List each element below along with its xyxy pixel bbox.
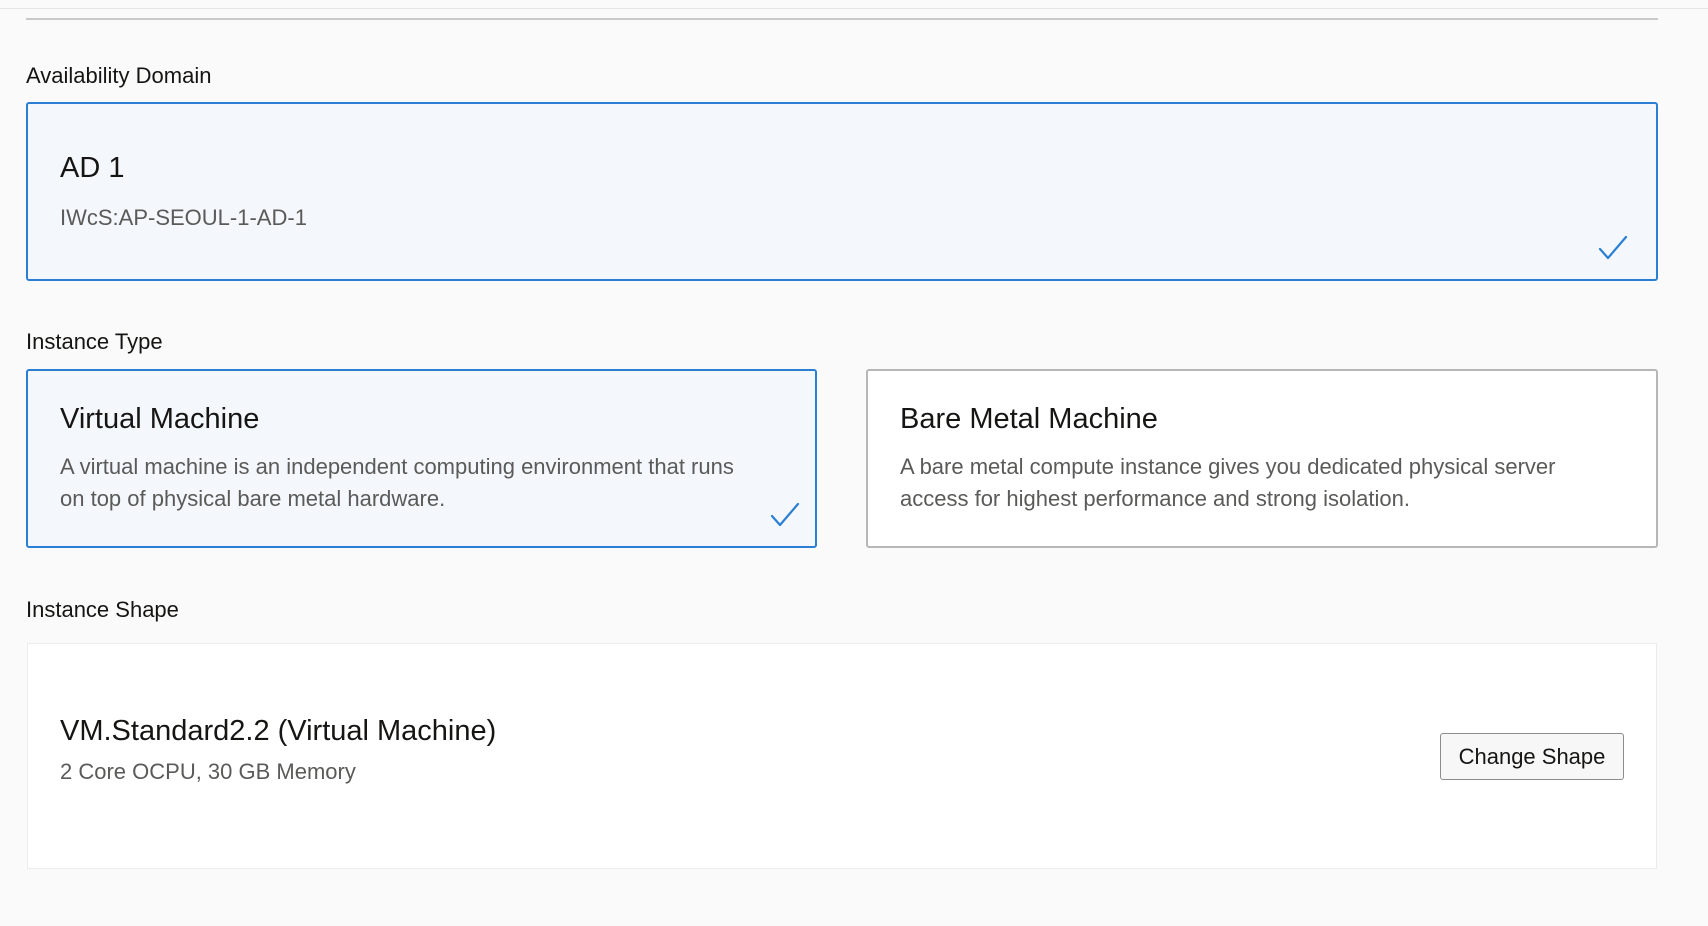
instance-shape-label: Instance Shape [26, 597, 179, 622]
checkmark-icon [770, 502, 800, 527]
ad-option-subtitle: IWcS:AP-SEOUL-1-AD-1 [60, 205, 307, 230]
availability-domain-label: Availability Domain [26, 63, 212, 88]
instance-type-option-bare-metal[interactable]: Bare Metal Machine A bare metal compute … [866, 369, 1658, 548]
virtual-machine-description-line-2: on top of physical bare metal hardware. [60, 486, 446, 511]
availability-domain-option-ad1[interactable]: AD 1 IWcS:AP-SEOUL-1-AD-1 [26, 102, 1658, 281]
instance-shape-panel: VM.Standard2.2 (Virtual Machine) 2 Core … [27, 643, 1657, 869]
shape-name: VM.Standard2.2 (Virtual Machine) [60, 715, 497, 747]
bare-metal-description-line-1: A bare metal compute instance gives you … [900, 454, 1556, 479]
checkmark-icon [1598, 235, 1628, 260]
bare-metal-description-line-2: access for highest performance and stron… [900, 486, 1410, 511]
ad-option-title: AD 1 [60, 152, 125, 184]
shape-details: 2 Core OCPU, 30 GB Memory [60, 759, 356, 784]
virtual-machine-title: Virtual Machine [60, 403, 260, 435]
change-shape-button[interactable]: Change Shape [1440, 733, 1624, 780]
section-divider [26, 18, 1658, 20]
instance-type-label: Instance Type [26, 329, 163, 354]
instance-type-option-virtual-machine[interactable]: Virtual Machine A virtual machine is an … [26, 369, 817, 548]
create-instance-form: Availability Domain AD 1 IWcS:AP-SEOUL-1… [0, 0, 1708, 926]
top-divider [0, 8, 1708, 9]
virtual-machine-description-line-1: A virtual machine is an independent comp… [60, 454, 734, 479]
bare-metal-title: Bare Metal Machine [900, 403, 1158, 435]
